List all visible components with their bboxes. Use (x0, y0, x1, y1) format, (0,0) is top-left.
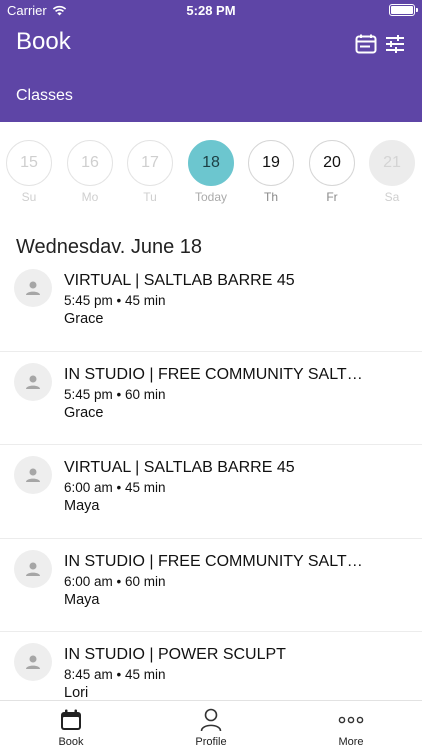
app-header: Book Classes (0, 22, 422, 122)
page-title: Book (16, 28, 71, 55)
class-time-duration: 6:00 am • 45 min (64, 480, 166, 495)
instructor-avatar (14, 456, 52, 494)
person-placeholder-icon (26, 375, 40, 389)
calendar-button[interactable] (354, 32, 378, 56)
class-list-item[interactable]: VIRTUAL | SALTLAB BARRE 45 6:00 am • 45 … (0, 445, 422, 539)
tab-label: More (338, 736, 364, 748)
calendar-icon (61, 709, 81, 730)
person-icon (200, 708, 222, 732)
day-thursday[interactable]: 19 Th (247, 140, 295, 204)
day-number: 18 (188, 140, 234, 186)
instructor-avatar (14, 643, 52, 681)
class-time-duration: 5:45 pm • 45 min (64, 293, 166, 308)
section-label: Classes (16, 87, 73, 104)
class-name: VIRTUAL | SALTLAB BARRE 45 (64, 272, 295, 289)
day-number: 21 (369, 140, 415, 186)
more-icon (338, 716, 364, 724)
class-time-duration: 5:45 pm • 60 min (64, 386, 166, 402)
instructor-name: Lori (64, 685, 89, 701)
week-day-picker: 15 Su 16 Mo 17 Tu 18 Today 19 Th 20 Fr 2… (0, 140, 422, 210)
day-number: 19 (248, 140, 294, 186)
day-label: Th (263, 190, 278, 204)
class-name: IN STUDIO | POWER SCULPT (64, 646, 286, 663)
date-heading: Wednesdav. June 18 (16, 236, 203, 258)
tab-bar: Book Profile More (0, 700, 422, 750)
class-list-item[interactable]: VIRTUAL | SALTLAB BARRE 45 5:45 pm • 45 … (0, 258, 422, 352)
class-list-item[interactable]: IN STUDIO | FREE COMMUNITY SALT… 6:00 am… (0, 539, 422, 632)
class-name: IN STUDIO | FREE COMMUNITY SALT… (64, 552, 363, 570)
instructor-name: Grace (64, 404, 104, 421)
day-sunday[interactable]: 15 Su (5, 140, 53, 204)
status-bar: Carrier 5:28 PM (0, 0, 422, 22)
class-name: IN STUDIO | FREE COMMUNITY SALT… (64, 365, 363, 383)
day-number: 17 (127, 140, 173, 186)
day-label: Tu (143, 190, 157, 204)
tab-profile[interactable]: Profile (171, 707, 251, 748)
battery-icon (389, 4, 418, 16)
filter-sliders-icon (386, 35, 404, 53)
day-saturday[interactable]: 21 Sa (368, 140, 416, 204)
day-monday[interactable]: 16 Mo (66, 140, 114, 204)
tab-more[interactable]: More (311, 707, 391, 748)
instructor-avatar (14, 549, 52, 588)
instructor-name: Maya (64, 591, 100, 608)
calendar-icon (355, 34, 377, 54)
tab-book[interactable]: Book (31, 707, 111, 748)
day-tuesday[interactable]: 17 Tu (126, 140, 174, 204)
day-label: Su (21, 190, 37, 204)
instructor-avatar (14, 362, 52, 401)
person-placeholder-icon (26, 655, 40, 669)
person-placeholder-icon (26, 562, 40, 576)
day-number: 15 (6, 140, 52, 186)
instructor-name: Grace (64, 311, 104, 327)
day-label: Mo (81, 190, 99, 204)
day-label: Sa (384, 190, 400, 204)
person-placeholder-icon (26, 281, 40, 295)
day-friday[interactable]: 20 Fr (308, 140, 356, 204)
tab-label: Profile (195, 736, 227, 748)
class-list-item[interactable]: IN STUDIO | FREE COMMUNITY SALT… 5:45 pm… (0, 352, 422, 445)
day-label: Today (194, 190, 228, 204)
day-number: 20 (309, 140, 355, 186)
day-label: Fr (326, 190, 338, 204)
person-placeholder-icon (26, 468, 40, 482)
clock: 5:28 PM (186, 3, 236, 18)
class-list: VIRTUAL | SALTLAB BARRE 45 5:45 pm • 45 … (0, 258, 422, 726)
day-number: 16 (67, 140, 113, 186)
class-time-duration: 8:45 am • 45 min (64, 667, 166, 682)
instructor-name: Maya (64, 498, 100, 514)
class-name: VIRTUAL | SALTLAB BARRE 45 (64, 459, 295, 476)
class-time-duration: 6:00 am • 60 min (64, 573, 166, 589)
filter-button[interactable] (383, 32, 407, 56)
tab-label: Book (58, 736, 84, 748)
instructor-avatar (14, 269, 52, 307)
day-today[interactable]: 18 Today (187, 140, 235, 204)
